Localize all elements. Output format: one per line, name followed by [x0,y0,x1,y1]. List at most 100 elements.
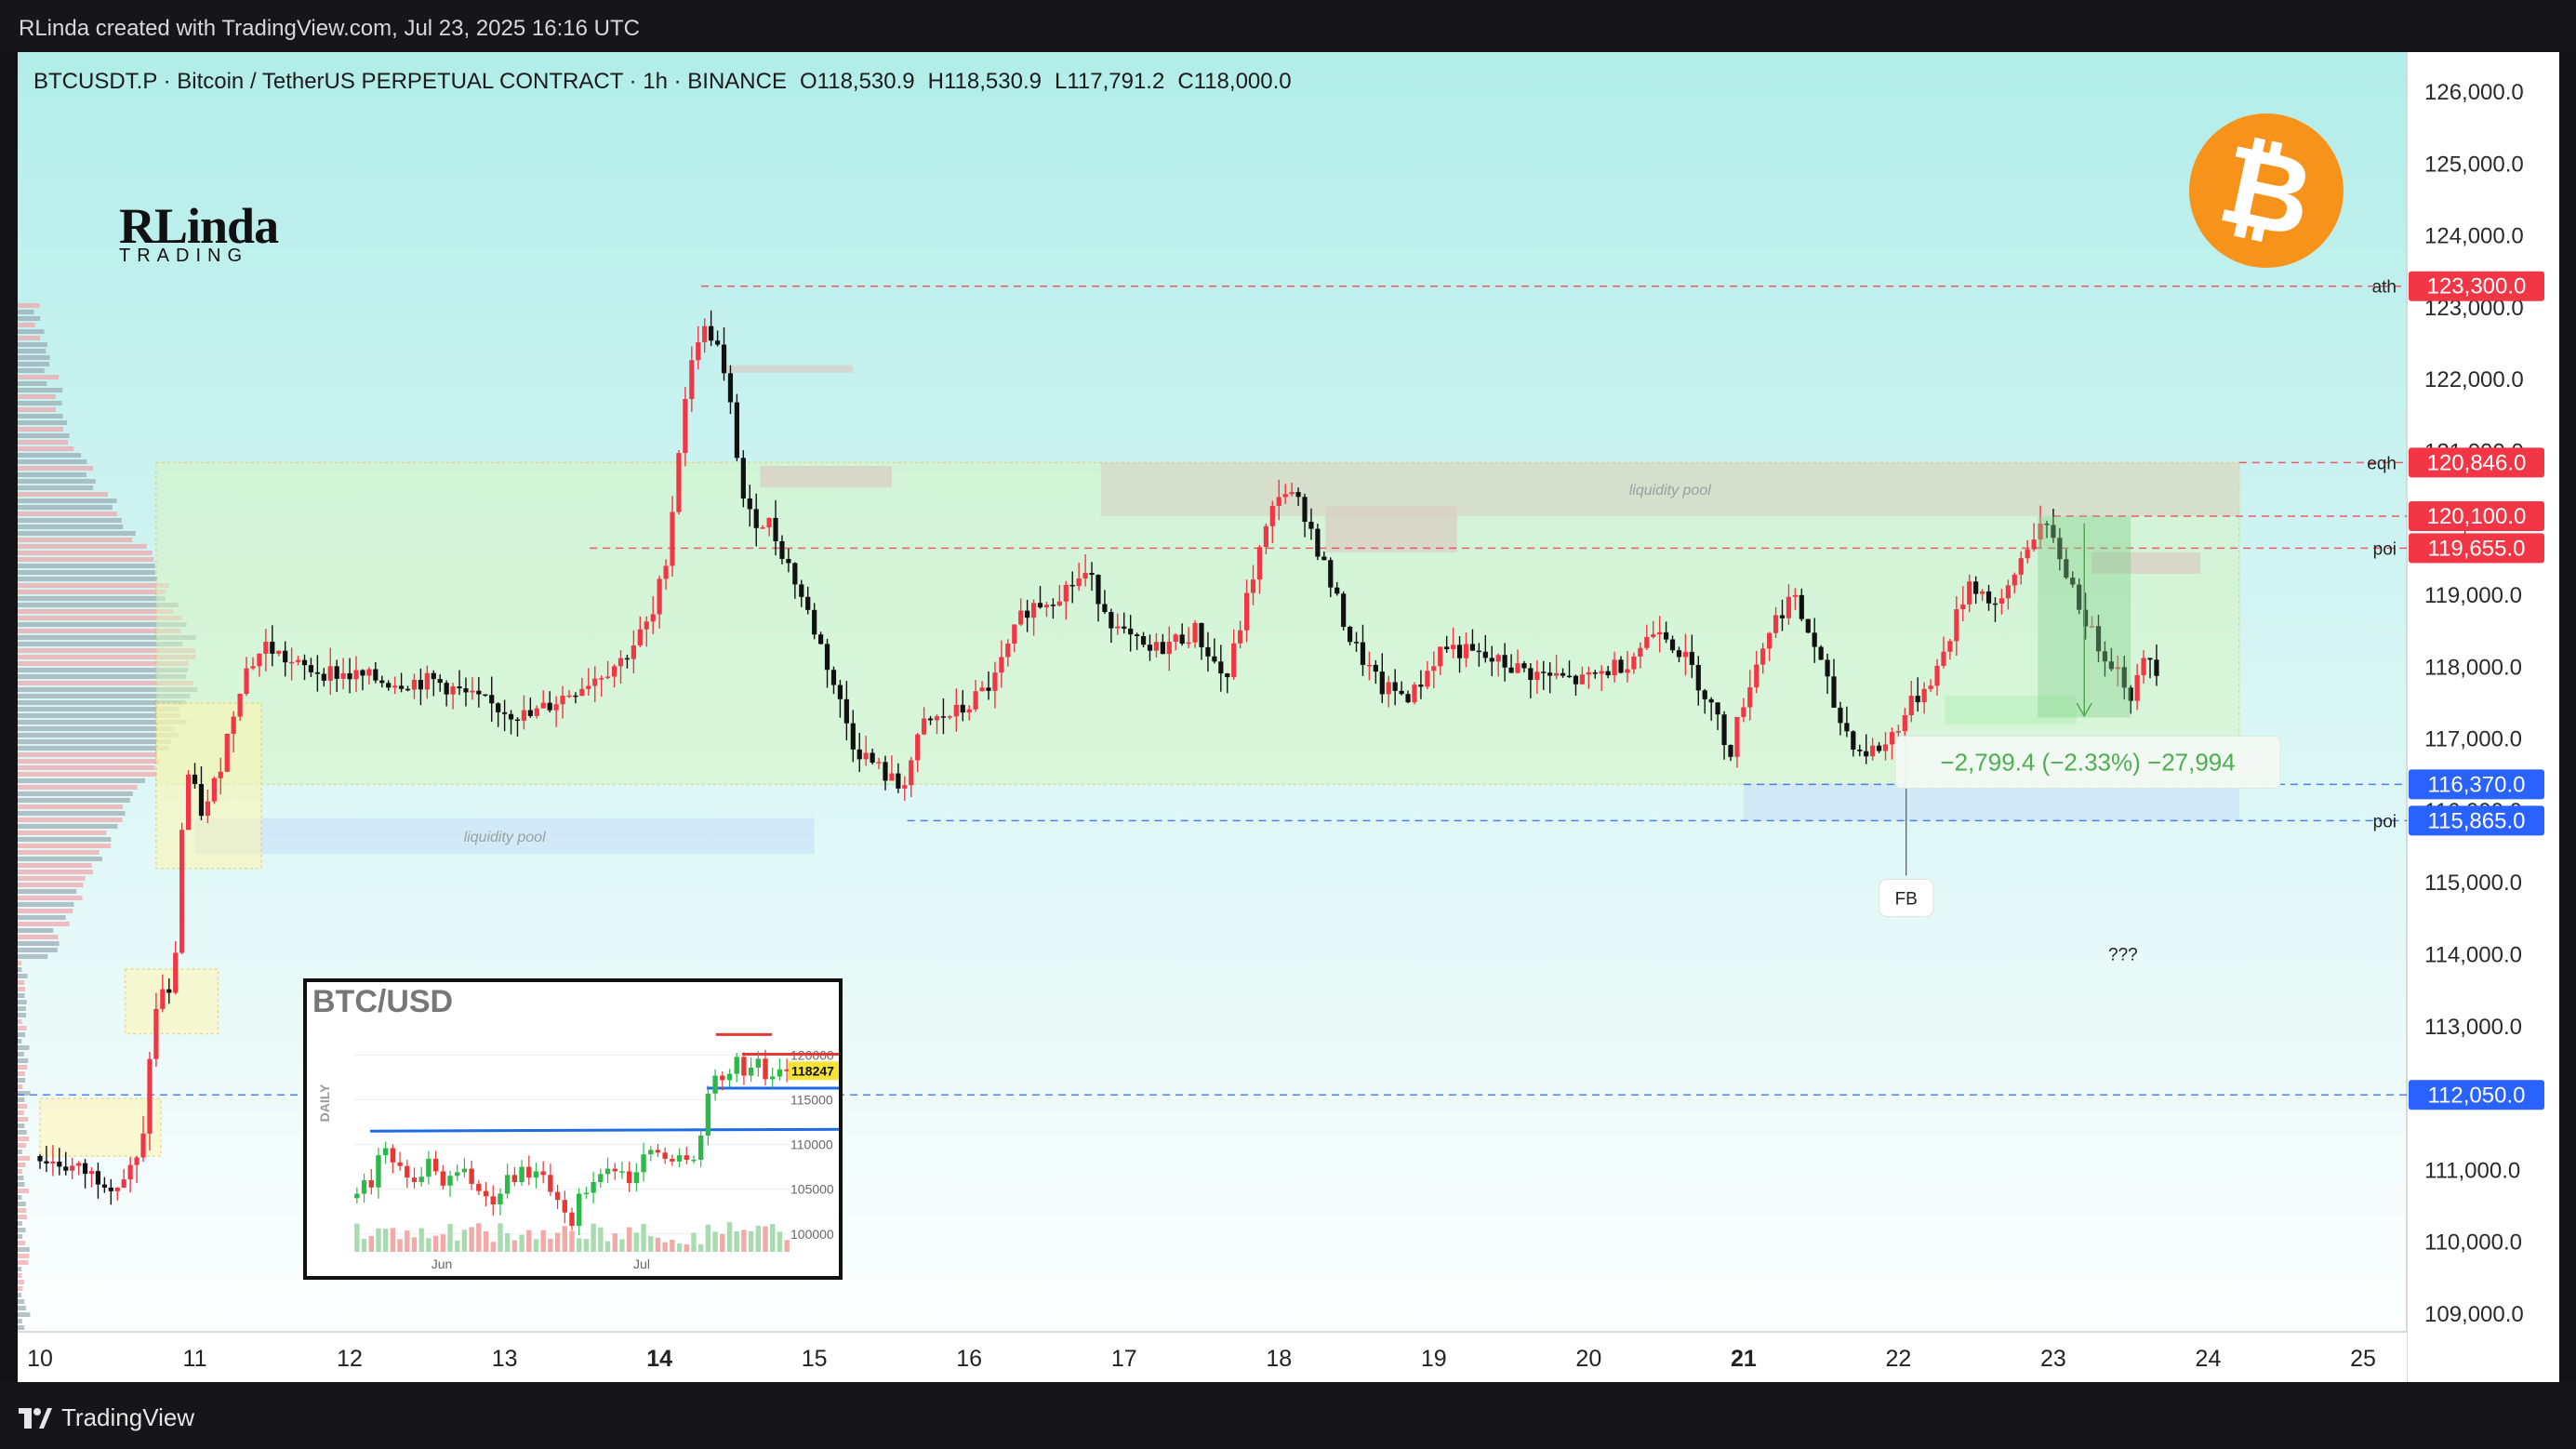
volume-bar [18,1176,24,1180]
question-label: ??? [2108,946,2138,965]
candle-body [1373,664,1378,672]
candle-body [1651,634,1656,637]
volume-bar [18,733,179,738]
candle-body [1321,556,1327,561]
candle-body [1399,690,1404,695]
volume-bar [18,948,58,952]
inset-candle-body [447,1176,453,1186]
candle-body [1412,685,1417,703]
price-tick-label: 119,000.0 [2424,583,2522,608]
inset-candle-body [691,1159,697,1162]
candle-body [1135,634,1140,637]
candle-body [211,778,217,802]
volume-bar [18,492,108,497]
candle-body [1482,651,1488,658]
candle-body [95,1171,101,1185]
candle-body [1050,605,1056,606]
candle-body [1076,578,1082,587]
inset-volume-bar [705,1224,711,1252]
volume-bar [18,551,153,555]
candle-body [1579,674,1585,685]
volume-bar [18,1130,27,1135]
price-tag-label: 112,050.0 [2428,1083,2526,1108]
candle-body [1605,671,1611,676]
inset-volume-bar [676,1243,683,1252]
candle-body [631,645,636,659]
volume-bar [18,1065,28,1070]
candle-body [1037,603,1043,608]
candle-body [579,688,585,697]
volume-bar [18,961,22,965]
price-tag-label: 119,655.0 [2428,536,2526,561]
candle-body [463,688,469,693]
inset-candle-body [390,1148,396,1163]
candle-body [670,512,675,566]
candle-body [934,716,940,721]
candle-body [237,694,243,717]
candle-body [379,680,385,684]
time-tick-label: 23 [2040,1346,2066,1372]
inset-volume-bar [662,1242,668,1252]
time-tick-label: 25 [2350,1346,2376,1372]
candle-body [1115,626,1121,629]
candle-body [753,509,759,528]
candle-body [527,710,533,716]
candle-body [1122,626,1127,629]
candle-body [1534,671,1540,681]
candle-body [1625,669,1630,673]
volume-bar [18,707,180,711]
inset-volume-bar [770,1224,776,1252]
inset-volume-bar [540,1230,546,1252]
candle-body [1786,596,1792,618]
volume-bar [18,759,161,764]
candle-body [1256,547,1263,580]
inset-candle-body [548,1175,553,1192]
volume-bar [18,368,45,373]
inset-candle-body [626,1171,632,1183]
volume-bar [18,485,94,490]
volume-bar [18,336,41,340]
price-tag-label: 123,300.0 [2427,274,2527,299]
inset-volume-bar [712,1231,718,1252]
candle-body [1547,672,1553,676]
candle-body [676,453,682,512]
brand-subtitle: TRADING [119,246,248,266]
candle-body [644,621,649,630]
candle-body [1469,644,1476,651]
time-tick-label: 10 [27,1346,53,1372]
inset-volume-bar [376,1228,381,1252]
inset-candle-body [455,1172,460,1176]
candle-body [1056,601,1062,606]
candle-body [870,752,875,763]
volume-bar [18,1325,25,1330]
candle-body [1992,603,1998,605]
price-tick-label: 113,000.0 [2424,1015,2522,1040]
candle-body [1967,581,1972,605]
volume-bar [18,798,130,803]
candle-body [1289,492,1295,495]
candle-body [1560,672,1566,676]
bottom-bar [0,1382,2576,1449]
tradingview-logo[interactable]: TradingView [19,1403,194,1432]
inset-volume-bar [583,1239,590,1252]
time-tick-label: 15 [802,1346,828,1372]
candle-body [1864,751,1869,757]
volume-bar [18,303,40,308]
candle-body [1495,655,1501,662]
candle-body [766,517,772,528]
candle-body [1341,593,1347,627]
candle-body [560,696,565,705]
candle-body [134,1157,139,1165]
candle-body [76,1163,82,1166]
candle-body [1379,671,1385,695]
candle-body [1908,696,1914,716]
volume-bar [18,1286,23,1291]
inset-volume-bar [390,1228,396,1252]
inset-time-label: Jun [432,1256,453,1271]
inset-candle-body [577,1193,582,1227]
candle-body [476,690,482,695]
inset-candle-body [633,1172,640,1183]
inset-candle-body [526,1166,532,1178]
inset-volume-bar [548,1238,553,1252]
inset-candle-body [511,1175,518,1182]
